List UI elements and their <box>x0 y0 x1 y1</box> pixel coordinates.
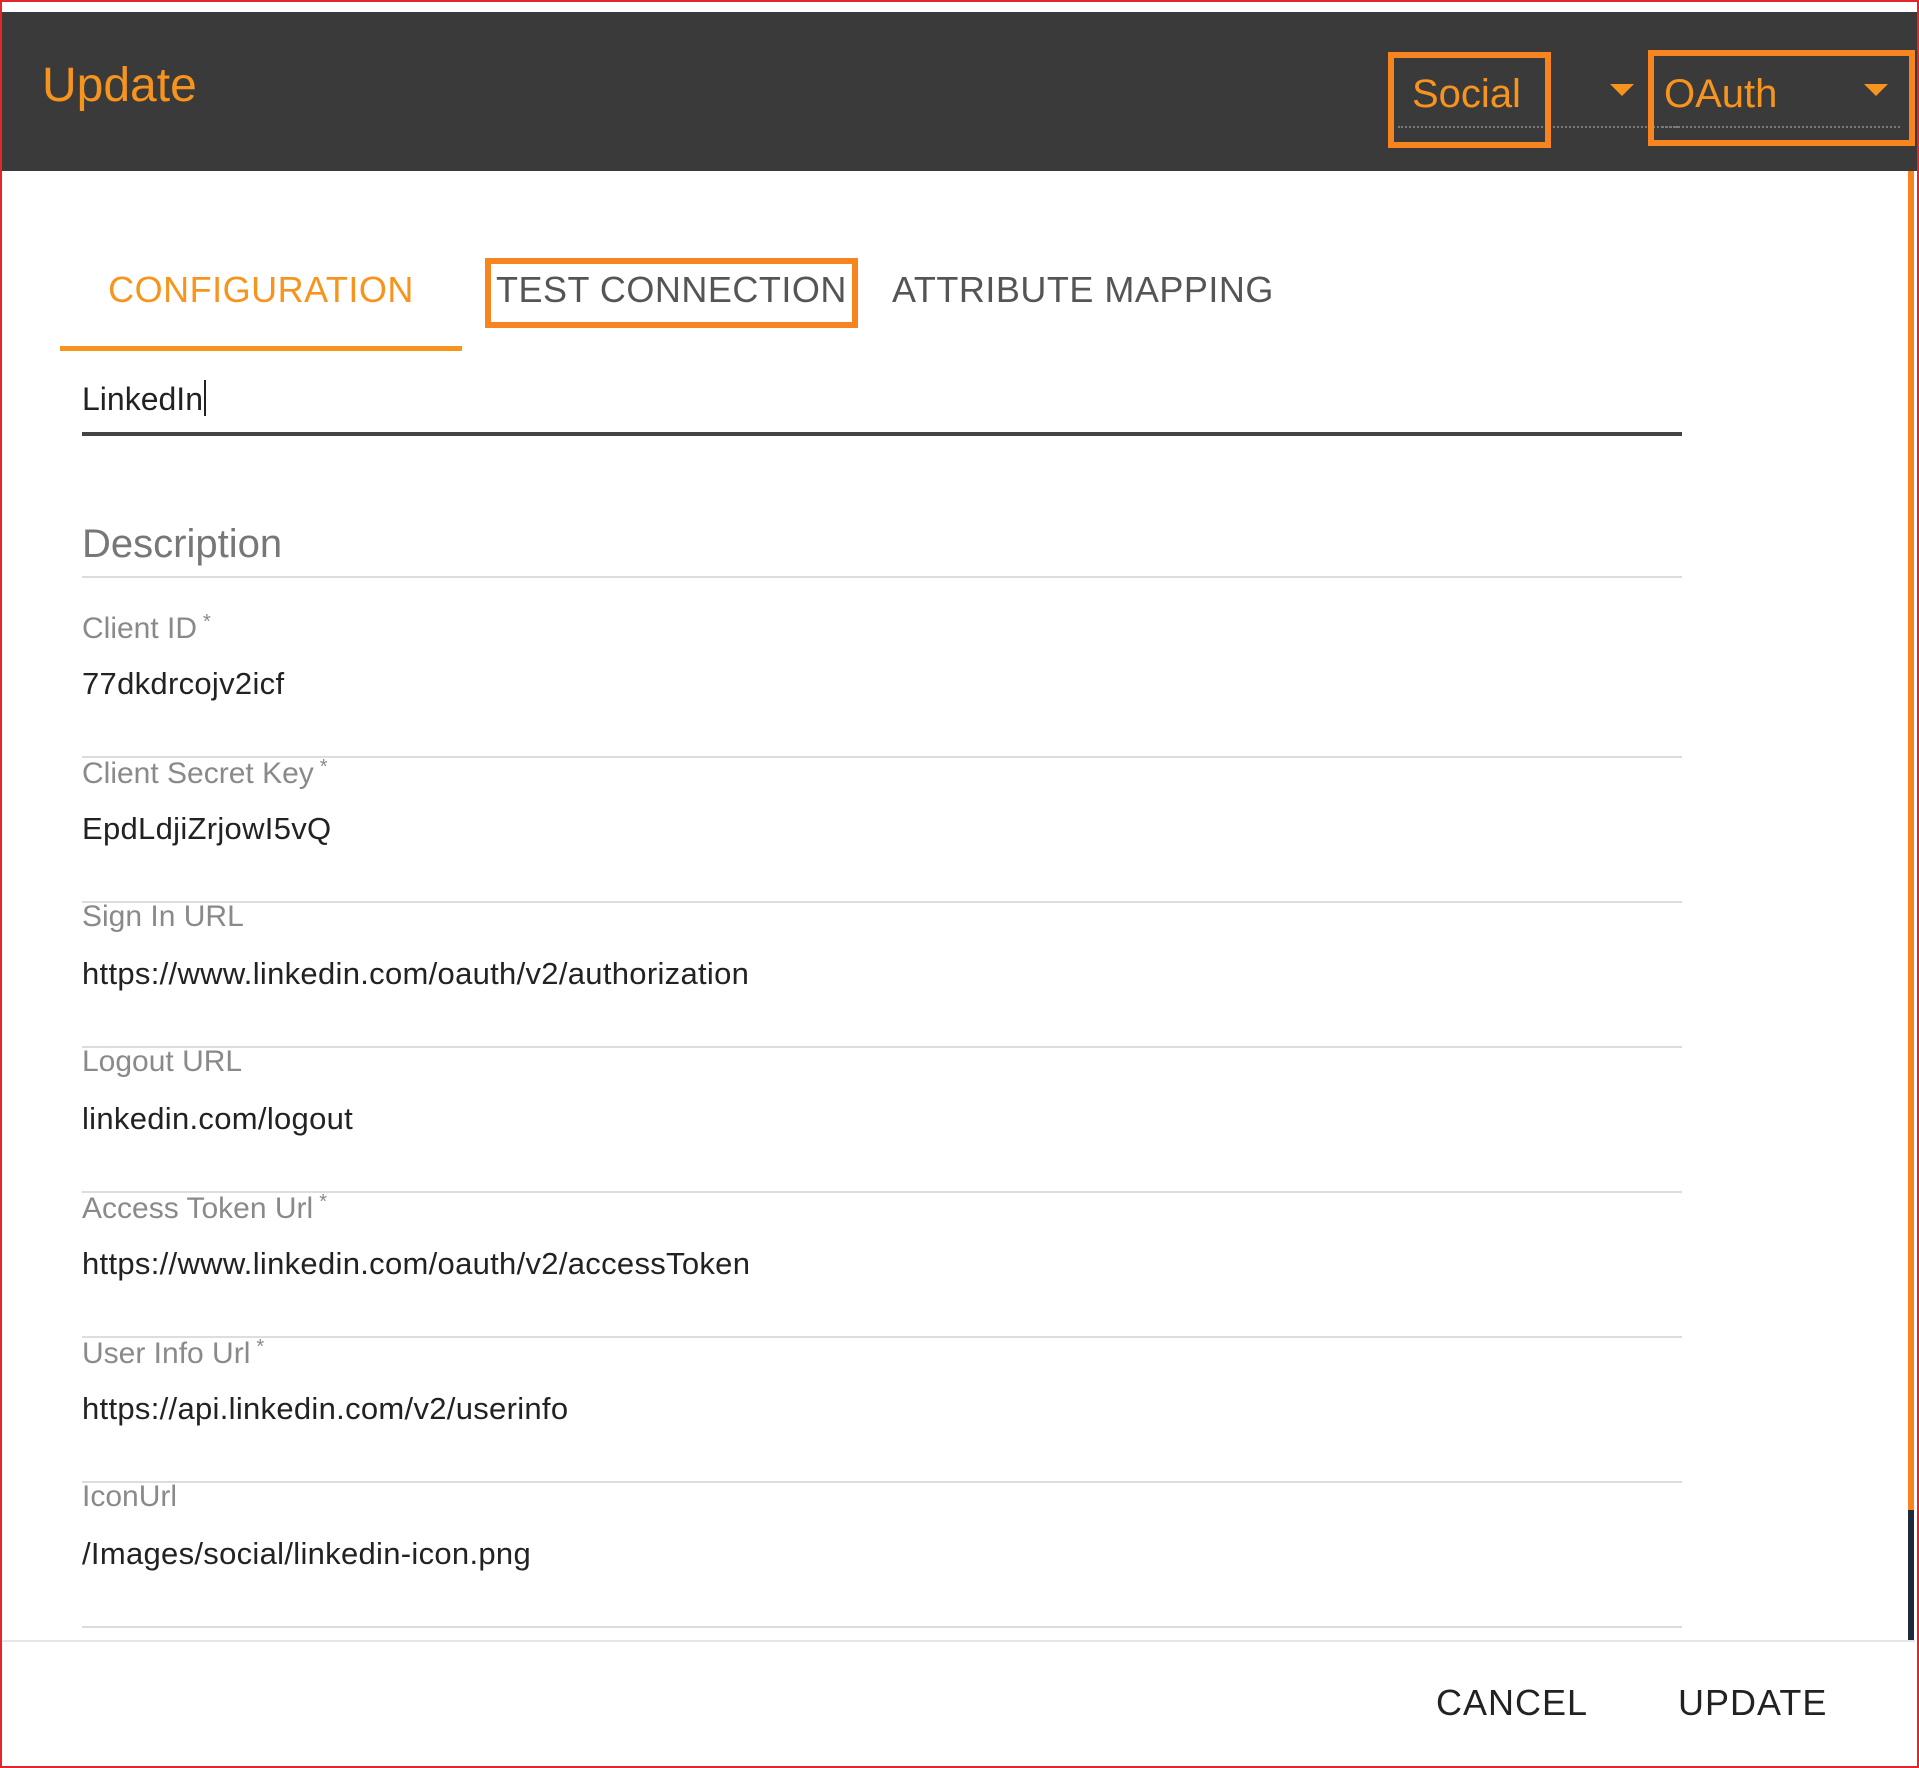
client-secret-label-text: Client Secret Key <box>82 757 314 790</box>
access-token-url-field[interactable]: Access Token Url * https://www.linkedin.c… <box>82 1192 1682 1338</box>
scrollbar-track[interactable] <box>1908 171 1914 1511</box>
user-info-url-label: User Info Url * <box>82 1337 264 1369</box>
update-button[interactable]: UPDATE <box>1672 1684 1833 1722</box>
access-token-url-label: Access Token Url * <box>82 1192 327 1224</box>
required-marker: * <box>319 756 328 778</box>
access-token-url-label-text: Access Token Url <box>82 1192 314 1225</box>
user-info-url-field[interactable]: User Info Url * https://api.linkedin.com/… <box>82 1337 1682 1483</box>
name-input[interactable]: LinkedIn <box>82 370 1682 436</box>
name-input-text: LinkedIn <box>82 381 203 417</box>
dialog-title: Update <box>42 59 197 112</box>
cancel-button[interactable]: CANCEL <box>1430 1684 1594 1722</box>
type-select-underline <box>1662 126 1900 128</box>
scrollbar-thumb[interactable] <box>1908 1510 1914 1640</box>
user-info-url-value: https://api.linkedin.com/v2/userinfo <box>82 1391 569 1426</box>
client-id-label-text: Client ID <box>82 612 198 645</box>
sign-in-url-value: https://www.linkedin.com/oauth/v2/author… <box>82 956 750 991</box>
logout-url-label: Logout URL <box>82 1045 243 1078</box>
dialog-header: Update Social OAuth <box>2 12 1917 171</box>
category-select-underline <box>1398 126 1678 128</box>
description-placeholder: Description <box>82 522 283 566</box>
access-token-url-value: https://www.linkedin.com/oauth/v2/access… <box>82 1246 751 1281</box>
category-select[interactable]: Social <box>1388 54 1688 132</box>
client-secret-label: Client Secret Key * <box>82 757 328 789</box>
category-select-value: Social <box>1412 72 1521 116</box>
active-tab-indicator <box>60 346 462 351</box>
sign-in-url-field[interactable]: Sign In URL https://www.linkedin.com/oau… <box>82 902 1682 1048</box>
required-marker: * <box>203 611 211 633</box>
client-id-field[interactable]: Client ID * 77dkdrcojv2icf <box>82 612 1682 758</box>
client-id-label: Client ID * <box>82 612 211 644</box>
type-select[interactable]: OAuth <box>1652 54 1910 132</box>
icon-url-field[interactable]: IconUrl /Images/social/linkedin-icon.png <box>82 1482 1682 1628</box>
logout-url-value: linkedin.com/logout <box>82 1101 354 1136</box>
required-marker: * <box>319 1191 327 1213</box>
client-secret-field[interactable]: Client Secret Key * EpdLdjiZrjowI5vQ <box>82 757 1682 903</box>
client-secret-value: EpdLdjiZrjowI5vQ <box>82 811 332 846</box>
footer-divider <box>2 1640 1915 1642</box>
logout-url-field[interactable]: Logout URL linkedin.com/logout <box>82 1047 1682 1193</box>
description-input[interactable]: Description <box>82 520 1682 578</box>
icon-url-value: /Images/social/linkedin-icon.png <box>82 1536 532 1571</box>
user-info-url-label-text: User Info Url <box>82 1337 251 1370</box>
text-caret <box>203 380 206 416</box>
caret-down-icon[interactable] <box>1864 84 1888 96</box>
required-marker: * <box>256 1336 265 1358</box>
tab-test-connection[interactable]: TEST CONNECTION <box>496 250 866 354</box>
tab-configuration[interactable]: CONFIGURATION <box>60 250 462 354</box>
sign-in-url-label: Sign In URL <box>82 900 244 933</box>
caret-down-icon[interactable] <box>1610 84 1634 96</box>
icon-url-label: IconUrl <box>82 1480 178 1513</box>
name-input-value: LinkedIn <box>82 380 206 416</box>
client-id-value: 77dkdrcojv2icf <box>82 666 285 701</box>
type-select-value: OAuth <box>1664 72 1778 116</box>
tab-attribute-mapping[interactable]: ATTRIBUTE MAPPING <box>892 250 1292 354</box>
